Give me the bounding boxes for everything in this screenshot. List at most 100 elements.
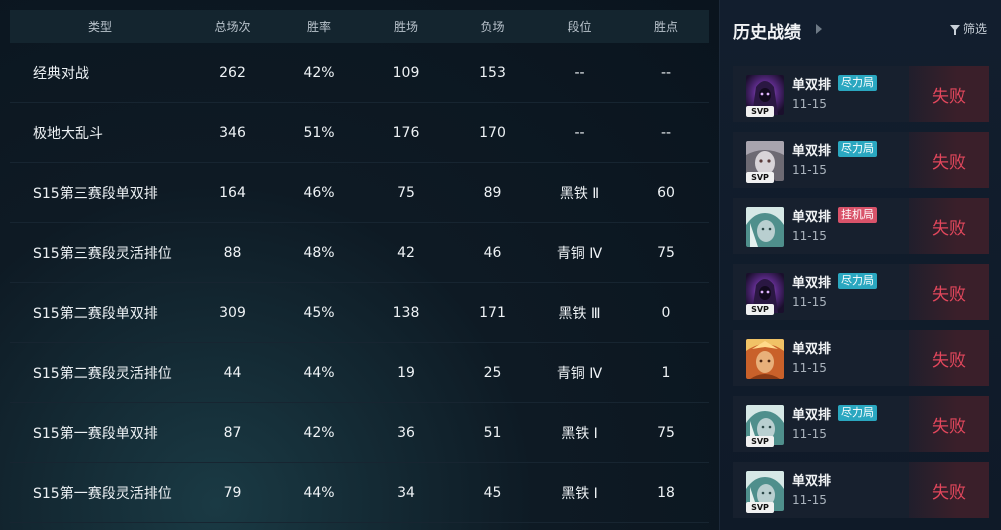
header-wins: 胜场 (393, 20, 418, 34)
cell-rank: 黑铁 Ⅰ (561, 485, 598, 502)
filter-button[interactable]: 筛选 (950, 20, 987, 37)
cell-losses: 46 (483, 244, 502, 261)
cell-points: 18 (657, 484, 675, 501)
header-points: 胜点 (653, 20, 678, 34)
cell-winrate: 44% (303, 484, 335, 501)
match-tag-badge: 挂机局 (838, 207, 877, 223)
stats-panel: 类型 总场次 胜率 胜场 负场 段位 胜点 经典对战 262 42% 109 153 --… (0, 0, 719, 530)
funnel-icon (950, 24, 960, 35)
table-header: 类型 总场次 胜率 胜场 负场 段位 胜点 (10, 10, 709, 43)
cell-type: 极地大乱斗 (33, 125, 103, 142)
cell-losses: 45 (483, 484, 502, 501)
match-date: 11-15 (792, 361, 827, 375)
cell-wins: 138 (392, 304, 420, 321)
match-mode: 单双排 (792, 210, 832, 225)
cell-rank: 青铜 Ⅳ (556, 365, 603, 382)
cell-losses: 51 (483, 424, 502, 441)
chevron-right-icon[interactable] (816, 24, 822, 34)
match-date: 11-15 (792, 229, 827, 243)
table-row[interactable]: 经典对战 262 42% 109 153 -- -- (10, 43, 709, 103)
match-card[interactable]: 单双排 11-15 失败 (733, 330, 989, 386)
match-mode: 单双排 (792, 144, 832, 159)
cell-points: 60 (657, 184, 675, 201)
cell-points: 75 (657, 424, 675, 441)
cell-winrate: 44% (303, 364, 335, 381)
table-row[interactable]: 极地大乱斗 346 51% 176 170 -- -- (10, 103, 709, 163)
cell-total: 88 (223, 244, 242, 261)
match-card[interactable]: SVP 单双排 尽力局 11-15 失败 (733, 66, 989, 122)
cell-points: -- (660, 64, 672, 81)
cell-wins: 36 (397, 424, 415, 441)
cell-type: S15第一赛段单双排 (33, 425, 158, 442)
header-rank: 段位 (567, 20, 592, 34)
match-result: 失败 (909, 198, 989, 254)
cell-total: 79 (223, 484, 242, 501)
cell-type: S15第一赛段灵活排位 (33, 485, 172, 502)
match-card[interactable]: 单双排 挂机局 11-15 失败 (733, 198, 989, 254)
match-tag-badge: 尽力局 (838, 141, 877, 157)
cell-total: 262 (219, 64, 246, 81)
match-card[interactable]: SVP 单双排 11-15 失败 (733, 462, 989, 518)
match-card[interactable]: SVP 单双排 尽力局 11-15 失败 (733, 132, 989, 188)
cell-rank: 黑铁 Ⅲ (558, 305, 601, 322)
match-card[interactable]: SVP 单双排 尽力局 11-15 失败 (733, 396, 989, 452)
cell-wins: 176 (392, 124, 420, 141)
match-date: 11-15 (792, 295, 827, 309)
header-winrate: 胜率 (306, 20, 331, 34)
table-row[interactable]: S15第一赛段灵活排位 79 44% 34 45 黑铁 Ⅰ 18 (10, 463, 709, 523)
history-panel: 历史战绩 筛选 SVP 单双排 尽力局 11-15 失败 SVP 单双排 尽力局 11-15 失败… (719, 0, 1001, 530)
header-losses: 负场 (480, 20, 505, 34)
cell-losses: 153 (479, 64, 506, 81)
table-row[interactable]: S15第三赛段单双排 164 46% 75 89 黑铁 Ⅱ 60 (10, 163, 709, 223)
cell-points: -- (660, 124, 672, 141)
table-row[interactable]: S15第一赛段单双排 87 42% 36 51 黑铁 Ⅰ 75 (10, 403, 709, 463)
cell-losses: 89 (483, 184, 502, 201)
cell-type: S15第三赛段灵活排位 (33, 245, 172, 262)
match-tag-badge: 尽力局 (838, 273, 877, 289)
table-row[interactable]: S15第二赛段灵活排位 44 44% 19 25 青铜 Ⅳ 1 (10, 343, 709, 403)
svp-badge: SVP (746, 172, 774, 183)
match-mode: 单双排 (792, 408, 832, 423)
cell-type: S15第二赛段灵活排位 (33, 365, 172, 382)
match-tag-badge: 尽力局 (838, 405, 877, 421)
match-result: 失败 (909, 264, 989, 320)
cell-wins: 75 (397, 184, 415, 201)
match-result: 失败 (909, 396, 989, 452)
match-result: 失败 (909, 462, 989, 518)
cell-wins: 34 (397, 484, 415, 501)
cell-winrate: 51% (303, 124, 335, 141)
cell-winrate: 48% (303, 244, 335, 261)
cell-wins: 109 (392, 64, 420, 81)
cell-type: 经典对战 (33, 65, 89, 82)
cell-type: S15第三赛段单双排 (33, 185, 158, 202)
match-result: 失败 (909, 132, 989, 188)
cell-losses: 25 (483, 364, 502, 381)
cell-rank: 黑铁 Ⅱ (559, 185, 600, 202)
cell-winrate: 42% (303, 424, 335, 441)
cell-losses: 171 (479, 304, 506, 321)
match-date: 11-15 (792, 163, 827, 177)
cell-rank: 青铜 Ⅳ (556, 245, 603, 262)
cell-winrate: 46% (303, 184, 335, 201)
svp-badge: SVP (746, 304, 774, 315)
match-result: 失败 (909, 66, 989, 122)
match-mode: 单双排 (792, 276, 832, 291)
table-row[interactable]: S15第二赛段单双排 309 45% 138 171 黑铁 Ⅲ 0 (10, 283, 709, 343)
cell-winrate: 42% (303, 64, 335, 81)
svp-badge: SVP (746, 436, 774, 447)
cell-losses: 170 (479, 124, 506, 141)
header-total: 总场次 (214, 20, 251, 34)
match-date: 11-15 (792, 97, 827, 111)
cell-total: 346 (219, 124, 246, 141)
table-body: 经典对战 262 42% 109 153 -- -- 极地大乱斗 346 51% 176 170 -- -… (10, 43, 709, 523)
table-row[interactable]: S15第三赛段灵活排位 88 48% 42 46 青铜 Ⅳ 75 (10, 223, 709, 283)
golden-warrior-champion-icon (746, 339, 784, 379)
white-hair-champion-icon (746, 207, 784, 247)
cell-total: 87 (223, 424, 242, 441)
header-type: 类型 (87, 20, 112, 34)
cell-total: 44 (223, 364, 242, 381)
cell-type: S15第二赛段单双排 (33, 305, 158, 322)
match-card[interactable]: SVP 单双排 尽力局 11-15 失败 (733, 264, 989, 320)
match-tag-badge: 尽力局 (838, 75, 877, 91)
match-mode: 单双排 (792, 474, 832, 489)
